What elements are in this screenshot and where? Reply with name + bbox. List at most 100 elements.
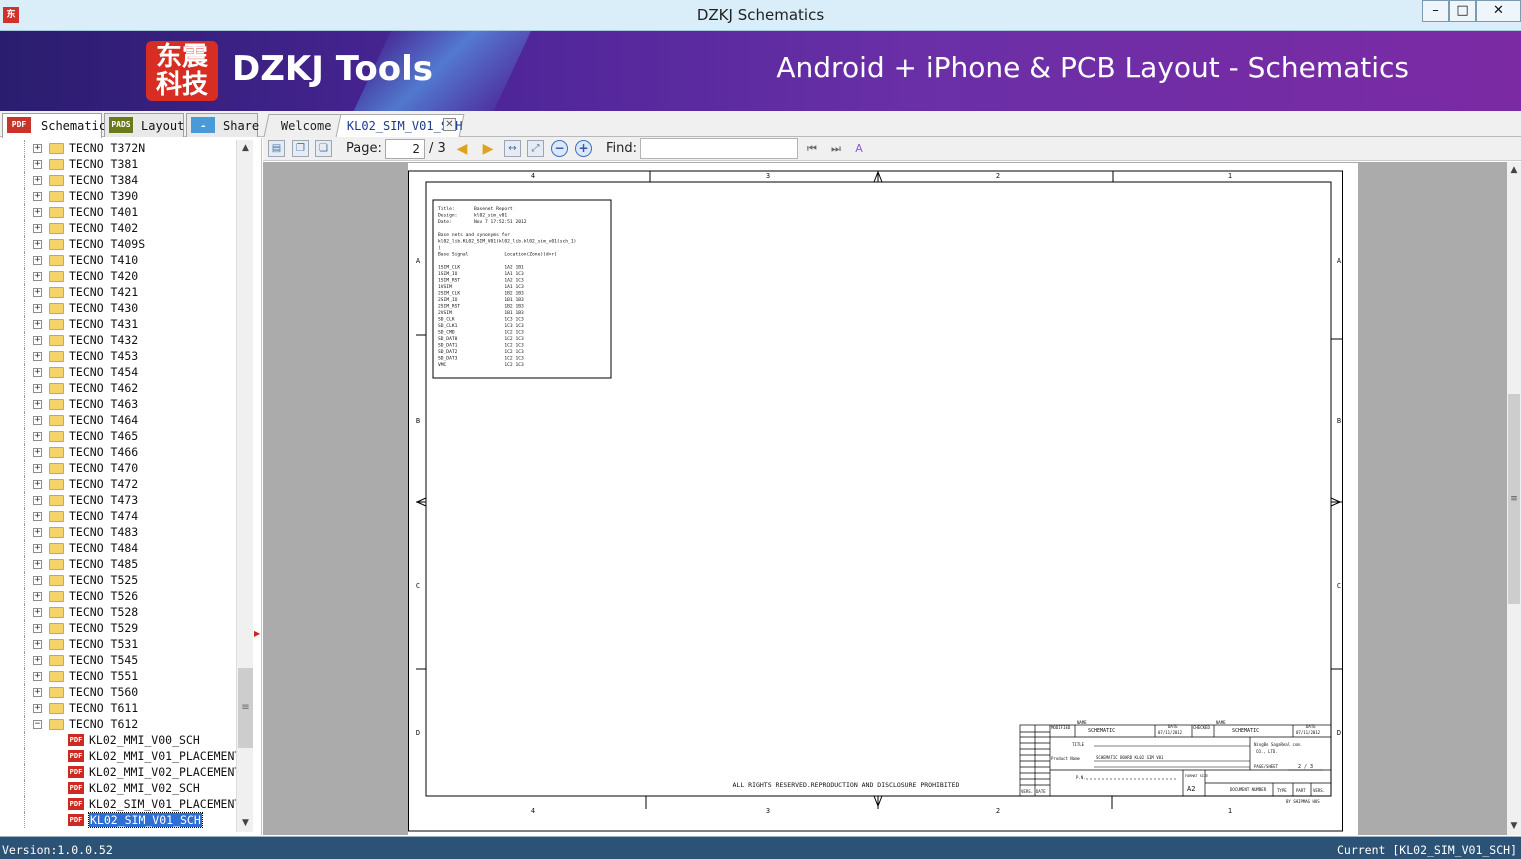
tree-folder-item[interactable]: + TECNO T410 — [0, 252, 236, 268]
scroll-up-icon[interactable]: ▲ — [237, 140, 254, 157]
viewer-scrollbar[interactable]: ▲ ≡ ▼ — [1507, 162, 1521, 835]
expand-icon[interactable]: + — [33, 464, 42, 473]
expand-icon[interactable]: + — [33, 400, 42, 409]
tree-file-item[interactable]: PDF KL02_MMI_V00_SCH — [0, 732, 236, 748]
expand-icon[interactable]: + — [33, 704, 42, 713]
maximize-button[interactable]: □ — [1449, 0, 1476, 22]
expand-icon[interactable]: + — [33, 544, 42, 553]
tree-folder-item[interactable]: + TECNO T390 — [0, 188, 236, 204]
tree-file-item[interactable]: PDF KL02_MMI_V02_SCH — [0, 780, 236, 796]
expand-icon[interactable]: + — [33, 368, 42, 377]
tree-folder-item[interactable]: + TECNO T485 — [0, 556, 236, 572]
viewer-scroll-thumb[interactable]: ≡ — [1508, 394, 1520, 604]
expand-icon[interactable]: + — [33, 480, 42, 489]
copy-icon[interactable]: ❐ — [292, 140, 309, 157]
doc-tab-welcome[interactable]: Welcome — [263, 114, 343, 137]
expand-icon[interactable]: + — [33, 304, 42, 313]
expand-icon[interactable]: + — [33, 336, 42, 345]
expand-icon[interactable]: + — [33, 320, 42, 329]
expand-icon[interactable]: + — [33, 512, 42, 521]
tree-folder-item[interactable]: + TECNO T611 — [0, 700, 236, 716]
expand-icon[interactable]: + — [33, 288, 42, 297]
fit-page-icon[interactable]: ⤢ — [527, 140, 544, 157]
viewer-scroll-up-icon[interactable]: ▲ — [1507, 162, 1521, 179]
zoom-in-icon[interactable]: + — [575, 140, 592, 157]
collapse-icon[interactable]: − — [33, 720, 42, 729]
expand-icon[interactable]: + — [33, 640, 42, 649]
tab-close-icon[interactable]: ✕ — [443, 118, 456, 131]
tree-folder-item[interactable]: − TECNO T612 — [0, 716, 236, 732]
expand-icon[interactable]: + — [33, 416, 42, 425]
expand-icon[interactable]: + — [33, 592, 42, 601]
viewer-scroll-down-icon[interactable]: ▼ — [1507, 818, 1521, 835]
tab-schematic[interactable]: PDF Schematic — [2, 113, 106, 138]
tree-file-item[interactable]: PDF KL02_SIM_V01_SCH — [0, 812, 236, 828]
highlight-icon[interactable]: A — [851, 141, 867, 157]
tree-folder-item[interactable]: + TECNO T465 — [0, 428, 236, 444]
expand-icon[interactable]: + — [33, 176, 42, 185]
tree-folder-item[interactable]: + TECNO T483 — [0, 524, 236, 540]
tree-folder-item[interactable]: + TECNO T472 — [0, 476, 236, 492]
next-page-icon[interactable]: ▶ — [479, 140, 497, 158]
open-file-icon[interactable]: ▤ — [268, 140, 285, 157]
expand-icon[interactable]: + — [33, 608, 42, 617]
expand-icon[interactable]: + — [33, 144, 42, 153]
minimize-button[interactable]: – — [1422, 0, 1449, 22]
tree-folder-item[interactable]: + TECNO T384 — [0, 172, 236, 188]
expand-icon[interactable]: + — [33, 256, 42, 265]
expand-icon[interactable]: + — [33, 240, 42, 249]
tree-folder-item[interactable]: + TECNO T526 — [0, 588, 236, 604]
tree-scroll-thumb[interactable]: ≡ — [238, 668, 253, 748]
find-prev-icon[interactable]: ⏮ — [804, 141, 820, 157]
tree-file-item[interactable]: PDF KL02_MMI_V01_PLACEMENT — [0, 748, 241, 764]
tree-folder-item[interactable]: + TECNO T463 — [0, 396, 236, 412]
tree-folder-item[interactable]: + TECNO T474 — [0, 508, 236, 524]
tree-folder-item[interactable]: + TECNO T432 — [0, 332, 236, 348]
tree-folder-item[interactable]: + TECNO T462 — [0, 380, 236, 396]
expand-icon[interactable]: + — [33, 576, 42, 585]
expand-icon[interactable]: + — [33, 224, 42, 233]
tree-folder-item[interactable]: + TECNO T420 — [0, 268, 236, 284]
close-button[interactable]: ✕ — [1476, 0, 1521, 22]
collapse-panel-icon[interactable]: ▶ — [254, 629, 260, 638]
tree-folder-item[interactable]: + TECNO T531 — [0, 636, 236, 652]
expand-icon[interactable]: + — [33, 352, 42, 361]
tree-folder-item[interactable]: + TECNO T525 — [0, 572, 236, 588]
tree-folder-item[interactable]: + TECNO T372N — [0, 140, 236, 156]
tree-file-item[interactable]: PDF KL02_SIM_V01_PLACEMENT — [0, 796, 241, 812]
tree-folder-item[interactable]: + TECNO T466 — [0, 444, 236, 460]
tree-folder-item[interactable]: + TECNO T430 — [0, 300, 236, 316]
tree-folder-item[interactable]: + TECNO T453 — [0, 348, 236, 364]
pages-icon[interactable]: ❏ — [315, 140, 332, 157]
scroll-down-icon[interactable]: ▼ — [237, 815, 254, 832]
tree-folder-item[interactable]: + TECNO T528 — [0, 604, 236, 620]
tree-folder-item[interactable]: + TECNO T409S — [0, 236, 236, 252]
expand-icon[interactable]: + — [33, 448, 42, 457]
tree-folder-item[interactable]: + TECNO T454 — [0, 364, 236, 380]
tree-folder-item[interactable]: + TECNO T401 — [0, 204, 236, 220]
expand-icon[interactable]: + — [33, 528, 42, 537]
tree-file-item[interactable]: PDF KL02_MMI_V02_PLACEMENT — [0, 764, 241, 780]
page-number-input[interactable]: 2 — [385, 139, 425, 159]
find-input[interactable] — [640, 138, 798, 159]
tree-folder-item[interactable]: + TECNO T560 — [0, 684, 236, 700]
tree-scrollbar[interactable]: ▲ ≡ ▼ — [236, 140, 253, 832]
fit-width-icon[interactable]: ↔ — [504, 140, 521, 157]
find-next-icon[interactable]: ⏭ — [828, 141, 844, 157]
expand-icon[interactable]: + — [33, 688, 42, 697]
expand-icon[interactable]: + — [33, 384, 42, 393]
expand-icon[interactable]: + — [33, 192, 42, 201]
tree-folder-item[interactable]: + TECNO T484 — [0, 540, 236, 556]
document-viewer[interactable]: 4 3 2 1 4 3 2 1 A B C D A B C D Title: Basenet Repor… — [263, 162, 1507, 835]
tree-folder-item[interactable]: + TECNO T529 — [0, 620, 236, 636]
tree-folder-item[interactable]: + TECNO T402 — [0, 220, 236, 236]
expand-icon[interactable]: + — [33, 208, 42, 217]
expand-icon[interactable]: + — [33, 656, 42, 665]
expand-icon[interactable]: + — [33, 560, 42, 569]
tree-folder-item[interactable]: + TECNO T473 — [0, 492, 236, 508]
tree-folder-item[interactable]: + TECNO T545 — [0, 652, 236, 668]
expand-icon[interactable]: + — [33, 672, 42, 681]
expand-icon[interactable]: + — [33, 624, 42, 633]
tree-folder-item[interactable]: + TECNO T551 — [0, 668, 236, 684]
expand-icon[interactable]: + — [33, 432, 42, 441]
